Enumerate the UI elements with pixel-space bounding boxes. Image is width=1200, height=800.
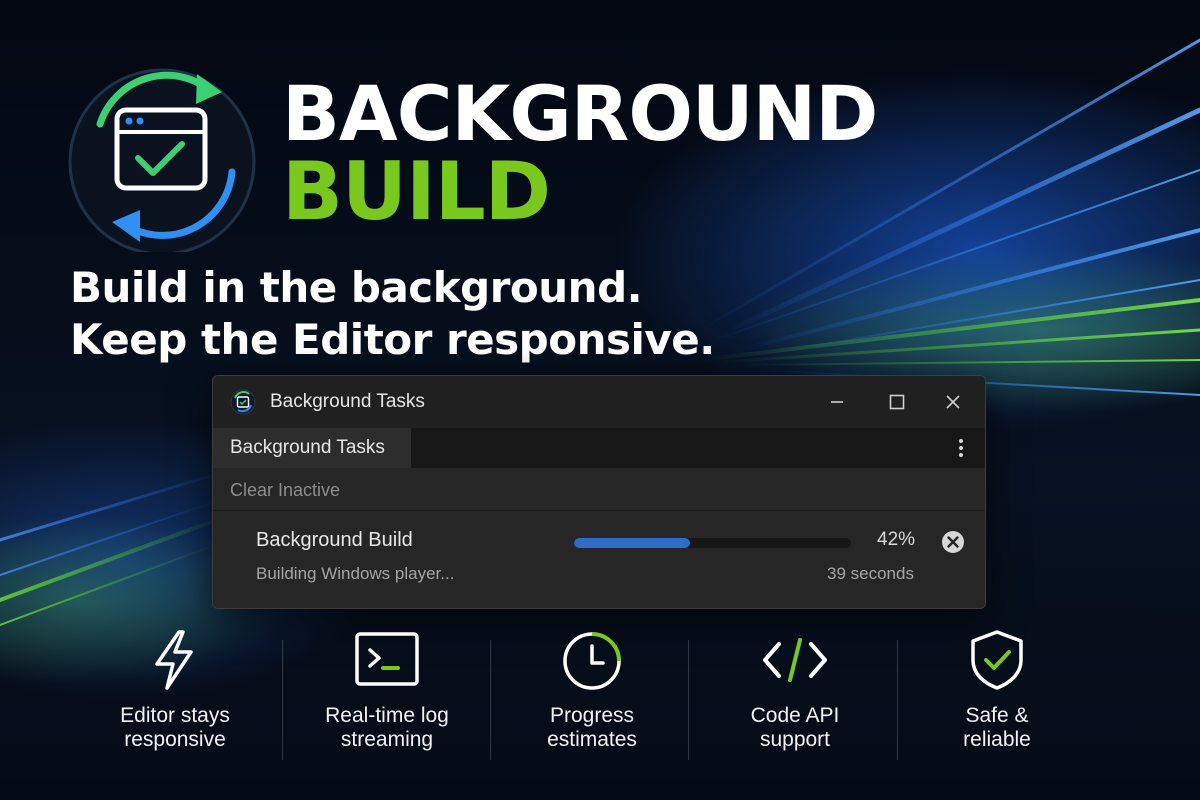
feature-item: Safe & reliable xyxy=(897,622,1097,772)
progress-bar xyxy=(574,538,851,548)
code-icon xyxy=(763,638,827,682)
divider xyxy=(282,640,283,760)
feature-item: Progress estimates xyxy=(492,622,692,772)
app-icon xyxy=(230,389,256,415)
feature-label: Real-time log streaming xyxy=(287,704,487,752)
feature-label-line-2: streaming xyxy=(340,728,434,751)
progress-percent: 42% xyxy=(877,529,916,550)
tagline-line-2: Keep the Editor responsive. xyxy=(70,315,715,364)
task-name: Background Build xyxy=(256,529,413,551)
feature-label-line-1: Progress xyxy=(549,704,635,727)
tab-background-tasks[interactable]: Background Tasks xyxy=(213,428,411,468)
more-options-icon[interactable] xyxy=(951,436,971,460)
feature-label: Safe & reliable xyxy=(897,704,1097,752)
window-title: Background Tasks xyxy=(270,391,425,412)
shield-check-icon xyxy=(971,630,1023,690)
feature-label-line-1: Safe & xyxy=(965,704,1029,727)
divider xyxy=(688,640,689,760)
clear-inactive-button[interactable]: Clear Inactive xyxy=(230,480,340,501)
toolbar: Clear Inactive xyxy=(213,468,985,511)
minimize-button[interactable] xyxy=(823,388,851,416)
task-row: Background Build Building Windows player… xyxy=(213,511,985,608)
hero-title-accent: BUILD xyxy=(282,145,551,238)
background-tasks-window: Background Tasks Background Tasks Clear … xyxy=(212,375,986,609)
cancel-task-button[interactable] xyxy=(940,529,966,555)
task-status: Building Windows player... xyxy=(256,564,455,583)
lightning-icon xyxy=(155,630,193,690)
time-remaining: 39 seconds xyxy=(827,564,914,583)
divider xyxy=(490,640,491,760)
feature-label-line-1: Code API xyxy=(750,704,840,727)
close-button[interactable] xyxy=(939,388,967,416)
feature-label-line-2: support xyxy=(759,728,831,751)
progress-bar-fill xyxy=(574,538,691,548)
hero-title: BACKGROUND xyxy=(282,69,878,158)
tab-strip: Background Tasks xyxy=(213,428,985,468)
feature-label-line-1: Real-time log xyxy=(325,704,449,727)
feature-label-line-2: estimates xyxy=(547,728,637,751)
feature-list: Editor stays responsive Real-time log st… xyxy=(75,622,1125,772)
feature-label-line-2: responsive xyxy=(124,728,226,751)
feature-label-line-1: Editor stays xyxy=(120,704,230,727)
clock-icon xyxy=(563,632,621,690)
terminal-icon xyxy=(355,632,419,686)
logo-icon xyxy=(68,68,256,252)
tagline: Build in the background. Keep the Editor… xyxy=(70,262,715,366)
feature-label: Progress estimates xyxy=(492,704,692,752)
feature-label: Editor stays responsive xyxy=(75,704,275,752)
feature-item: Editor stays responsive xyxy=(75,622,275,772)
tagline-line-1: Build in the background. xyxy=(70,263,643,312)
feature-label: Code API support xyxy=(695,704,895,752)
feature-item: Code API support xyxy=(695,622,895,772)
maximize-button[interactable] xyxy=(883,388,911,416)
feature-item: Real-time log streaming xyxy=(287,622,487,772)
feature-label-line-2: reliable xyxy=(963,728,1031,751)
window-titlebar[interactable]: Background Tasks xyxy=(213,376,985,428)
